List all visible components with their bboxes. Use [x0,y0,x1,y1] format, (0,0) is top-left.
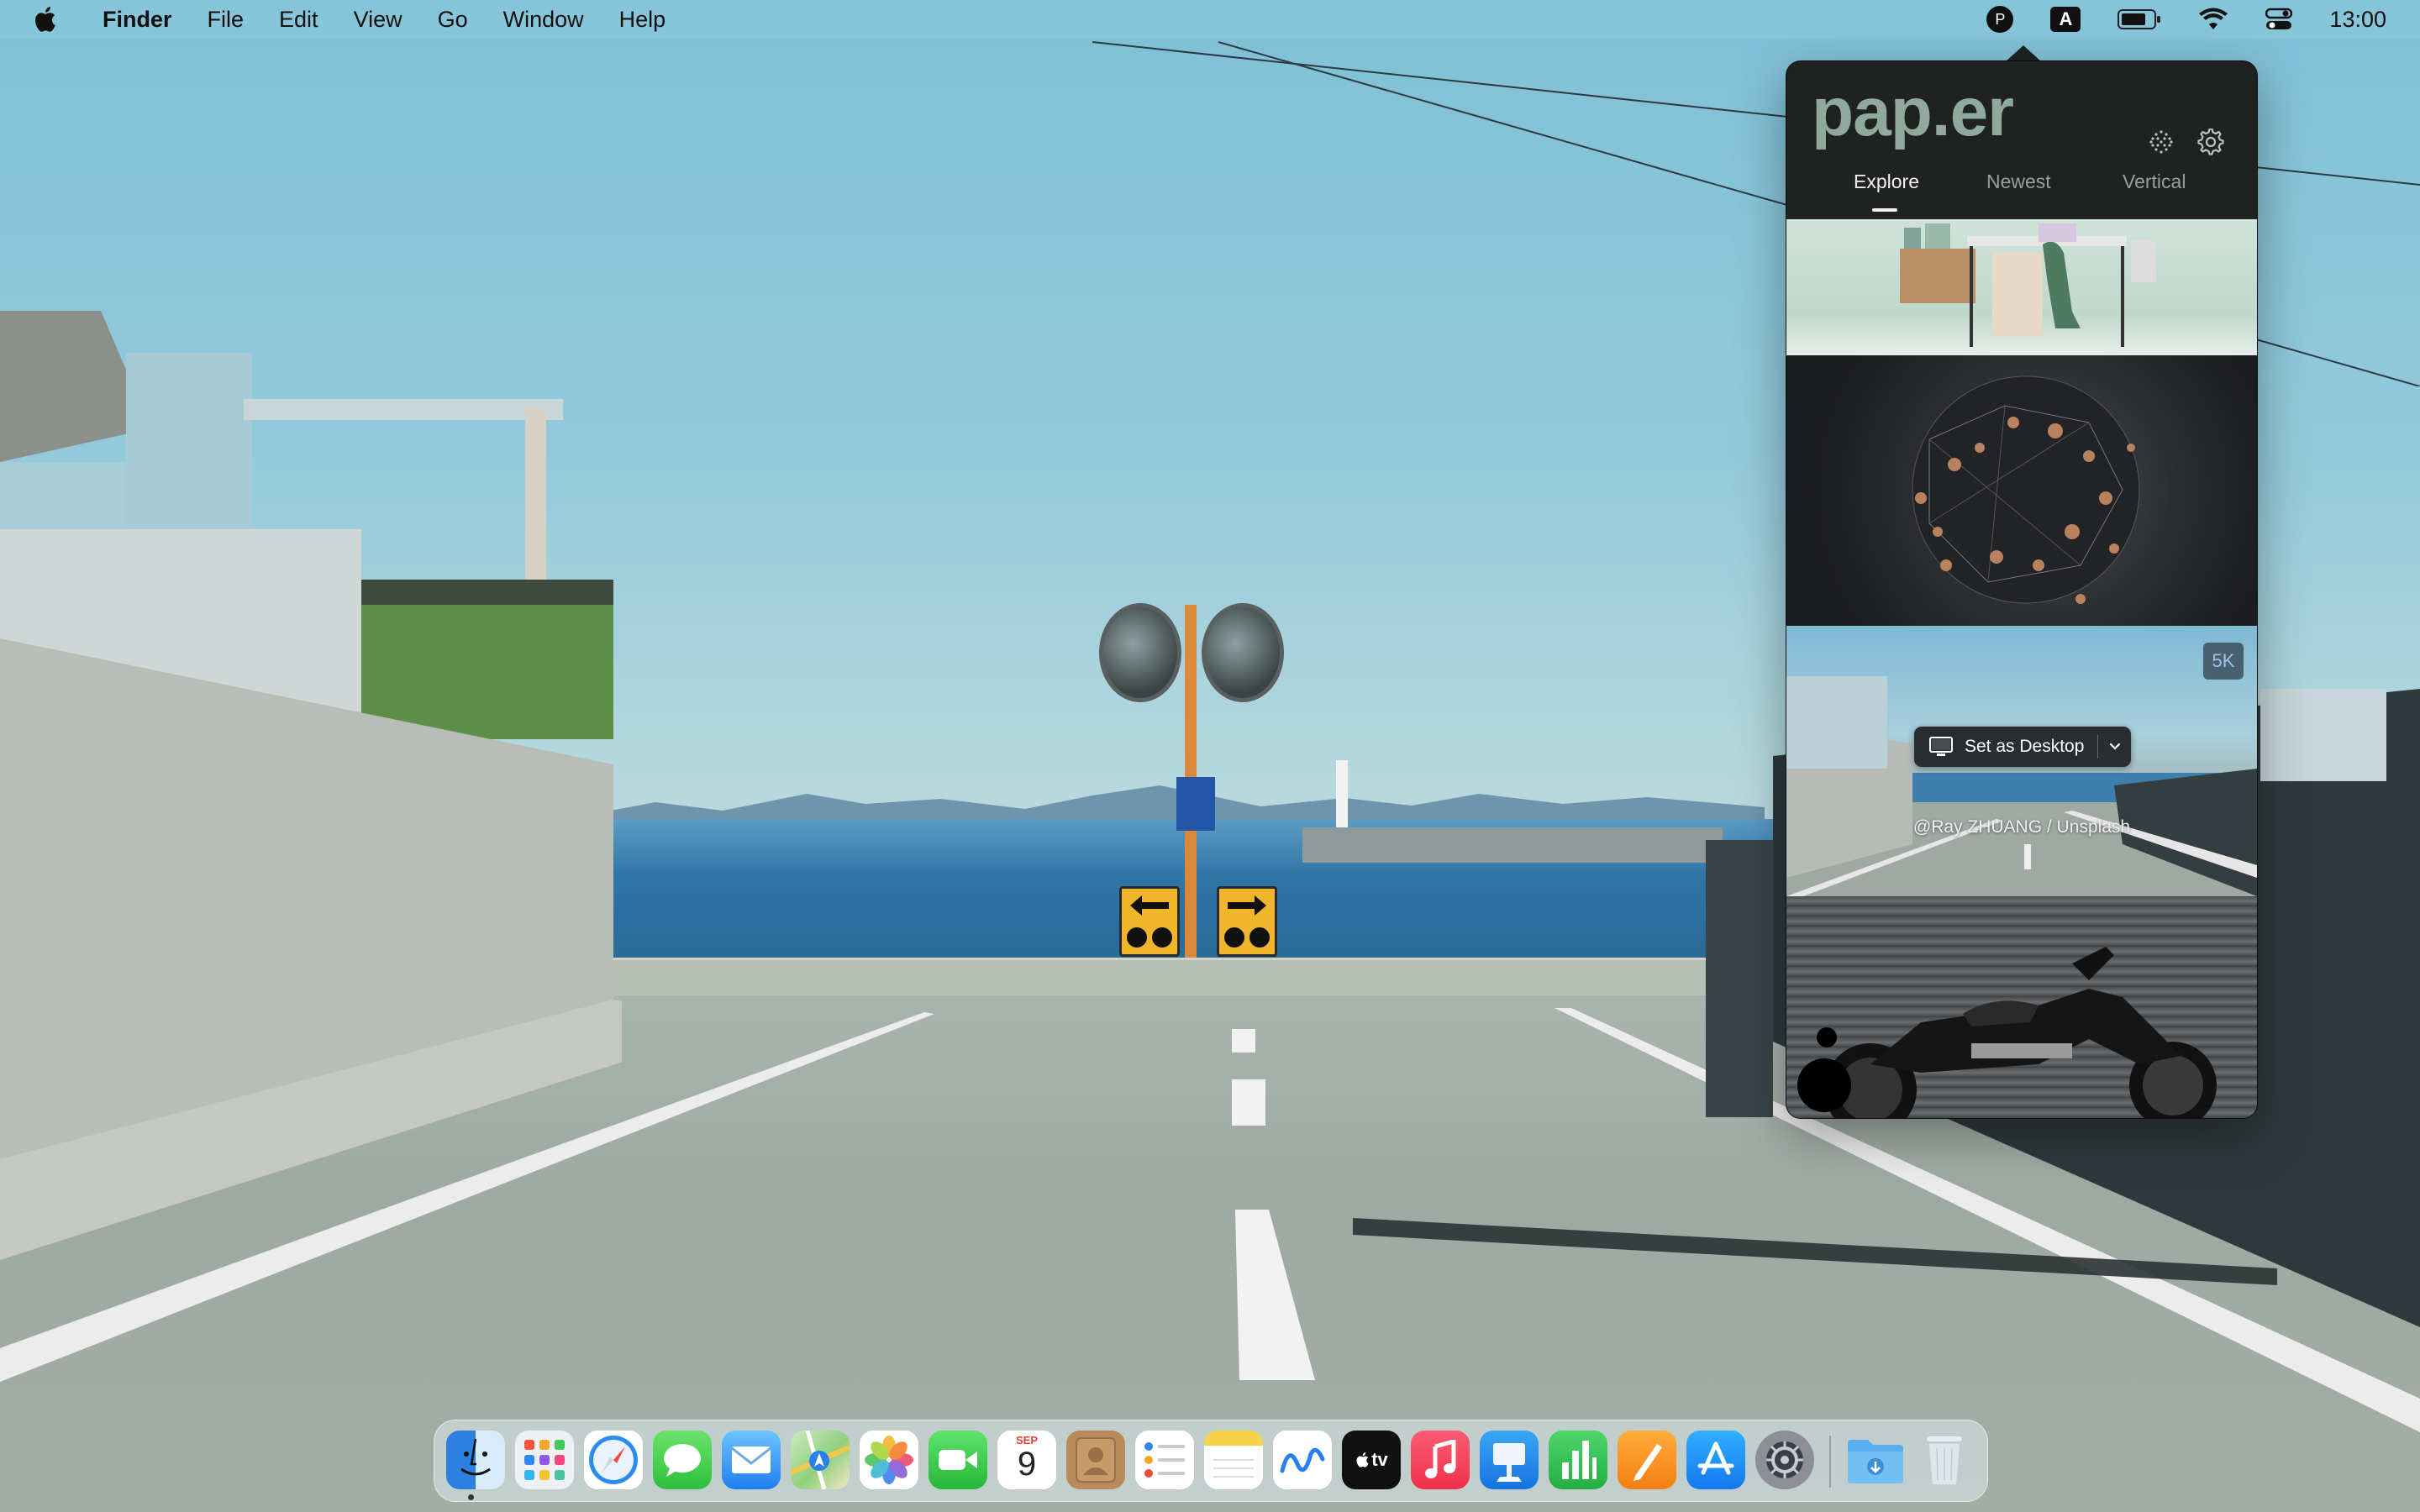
reminders-icon[interactable] [1135,1431,1194,1489]
control-center-icon[interactable] [2265,8,2293,31]
downloads-folder-icon[interactable] [1846,1431,1905,1489]
right-arrow-sign [1217,886,1277,957]
paper-popover: pap.er Explore Newest Vertical 5K Set as… [1786,60,2258,1119]
system-settings-icon[interactable] [1755,1431,1814,1489]
menu-file[interactable]: File [208,7,245,33]
safari-icon[interactable] [584,1431,643,1489]
wallpaper-thumbnail[interactable] [1786,219,2257,355]
left-retaining-wall [0,638,622,1260]
gear-icon[interactable] [2196,127,2226,157]
launchpad-icon[interactable] [515,1431,574,1489]
dock: SEP 9 tv [434,1420,1988,1502]
numbers-icon[interactable] [1549,1431,1607,1489]
menu-clock[interactable]: 13:00 [2329,7,2386,33]
paper-menu-extra-icon[interactable]: P [1986,6,2014,33]
tab-newest[interactable]: Newest [1986,171,2051,193]
notes-icon[interactable] [1204,1431,1263,1489]
menu-help[interactable]: Help [619,7,666,33]
menu-go[interactable]: Go [438,7,468,33]
wallpaper-thumbnail[interactable] [1786,896,2257,1118]
menu-view[interactable]: View [354,7,402,33]
pier [1302,827,1723,863]
photo-credit[interactable]: @Ray ZHUANG / Unsplash [1786,817,2257,837]
wifi-icon[interactable] [2198,8,2228,31]
calendar-day: 9 [1017,1446,1037,1483]
thumbnail-abstract-sphere [1912,375,2140,604]
apple-tv-label: tv [1371,1449,1388,1470]
paper-tabs: Explore Newest Vertical [1786,171,2257,204]
calendar-month: SEP [1015,1434,1038,1446]
button-divider [2097,735,2098,759]
battery-icon[interactable] [2118,8,2161,30]
tab-explore[interactable]: Explore [1854,171,1919,193]
left-arrow-sign [1119,886,1180,957]
mail-icon[interactable] [722,1431,781,1489]
trash-icon[interactable] [1915,1431,1974,1489]
lighthouse [1336,760,1348,827]
contacts-icon[interactable] [1066,1431,1125,1489]
thumbnail-desk-scene [1900,223,2156,347]
music-icon[interactable] [1411,1431,1470,1489]
menu-app-name[interactable]: Finder [103,7,172,33]
photos-icon[interactable] [860,1431,918,1489]
tab-vertical[interactable]: Vertical [2123,171,2186,193]
traffic-mirror-left [1099,603,1181,702]
keynote-icon[interactable] [1480,1431,1539,1489]
wallpaper-thumbnail[interactable] [1786,355,2257,626]
wallpaper-thumbnail-hovered[interactable]: 5K Set as Desktop @Ray ZHUANG / Unsplash [1786,626,2257,896]
menu-edit[interactable]: Edit [279,7,318,33]
dot-grid-icon[interactable] [2146,127,2176,157]
set-as-desktop-label: Set as Desktop [1965,737,2085,756]
finder-running-indicator [468,1494,474,1500]
calendar-icon[interactable]: SEP 9 [997,1431,1056,1489]
facetime-icon[interactable] [929,1431,987,1489]
app-store-icon[interactable] [1686,1431,1745,1489]
active-tab-indicator [1872,208,1897,212]
pages-icon[interactable] [1618,1431,1676,1489]
seawall [588,958,1765,998]
set-as-desktop-button[interactable]: Set as Desktop [1914,727,2131,767]
traffic-mirror-right [1202,603,1284,702]
messages-icon[interactable] [653,1431,712,1489]
freeform-icon[interactable] [1273,1431,1332,1489]
maps-icon[interactable] [791,1431,850,1489]
chevron-down-icon[interactable] [2106,735,2124,759]
finder-icon[interactable] [446,1431,505,1489]
input-source-letter: A [2050,7,2081,32]
resolution-badge: 5K [2203,643,2244,680]
apple-logo-icon[interactable] [32,5,57,34]
blue-sign [1176,777,1215,831]
apple-tv-icon[interactable]: tv [1342,1431,1401,1489]
thumbnail-motorcycle [1797,947,2217,1118]
popover-arrow [2005,45,2042,62]
monitor-icon [1929,737,1953,757]
dock-separator [1829,1436,1831,1488]
paper-menu-letter: P [1986,6,2014,33]
paper-logo: pap.er [1812,74,2014,150]
input-source-icon[interactable]: A [2050,7,2081,32]
menu-window[interactable]: Window [503,7,584,33]
menu-bar: Finder File Edit View Go Window Help P A… [0,0,2420,39]
